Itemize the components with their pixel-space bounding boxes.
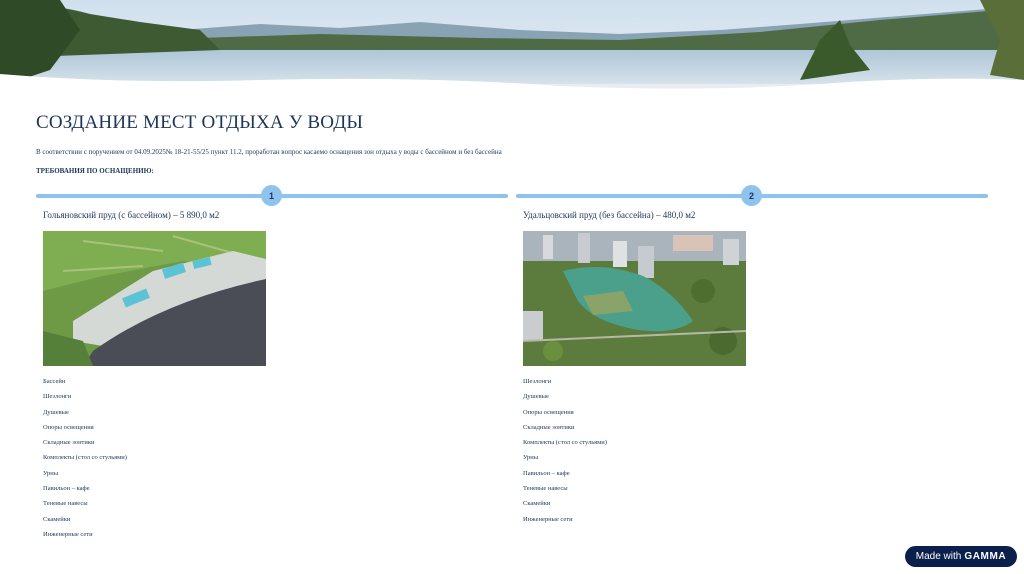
step-title-1: Гольяновский пруд (с бассейном) – 5 890,… [43, 210, 220, 220]
list-item: Складные зонтики [523, 423, 575, 431]
udaltsovsky-pond-aerial-image [523, 231, 746, 366]
list-item: Теневые навесы [43, 500, 88, 508]
golyanovsky-pond-render-image [43, 231, 266, 366]
list-item: Павильон – кафе [43, 485, 90, 493]
list-item: Инженерные сети [43, 530, 93, 538]
list-item: Опоры освещения [523, 408, 574, 416]
list-item: Комплекты (стол со стульями) [43, 454, 127, 462]
requirements-heading: ТРЕБОВАНИЯ ПО ОСНАЩЕНИЮ: [36, 167, 154, 175]
made-with-gamma-button[interactable]: Made with GAMMA [905, 546, 1017, 567]
list-item: Душевые [43, 408, 69, 416]
step-badge-2: 2 [741, 185, 762, 206]
list-item: Урны [523, 454, 539, 462]
gamma-badge-prefix: Made with [915, 551, 962, 562]
step-title-2: Удальцовский пруд (без бассейна) – 480,0… [523, 210, 696, 220]
page-title: СОЗДАНИЕ МЕСТ ОТДЫХА У ВОДЫ [36, 112, 364, 133]
step-badge-1: 1 [261, 185, 282, 206]
slide-page: СОЗДАНИЕ МЕСТ ОТДЫХА У ВОДЫ В соответств… [0, 0, 1024, 574]
page-subtitle: В соответствии с поручением от 04.09.202… [36, 148, 502, 156]
list-item: Складные зонтики [43, 439, 95, 447]
list-item: Теневые навесы [523, 485, 568, 493]
list-item: Опоры освещения [43, 423, 94, 431]
list-item: Шезлонги [523, 378, 552, 385]
step-column-1: Гольяновский пруд (с бассейном) – 5 890,… [43, 210, 483, 542]
list-item: Павильон – кафе [523, 469, 570, 477]
list-item: Шезлонги [43, 393, 72, 401]
header-landscape-image [0, 0, 1024, 92]
list-item: Скамейки [43, 515, 71, 523]
step-1-equipment-list: Бассейн Шезлонги Душевые Опоры освещения… [43, 374, 483, 542]
gamma-logo-text: GAMMA [964, 551, 1007, 562]
step-column-2: Удальцовский пруд (без бассейна) – 480,0… [523, 210, 963, 527]
list-item: Урны [43, 469, 59, 477]
list-item: Душевые [523, 393, 549, 401]
list-item: Комплекты (стол со стульями) [523, 439, 607, 447]
list-item: Инженерные сети [523, 515, 573, 523]
list-item: Скамейки [523, 500, 551, 508]
step-2-equipment-list: Шезлонги Душевые Опоры освещения Складны… [523, 374, 963, 527]
list-item: Бассейн [43, 378, 66, 385]
